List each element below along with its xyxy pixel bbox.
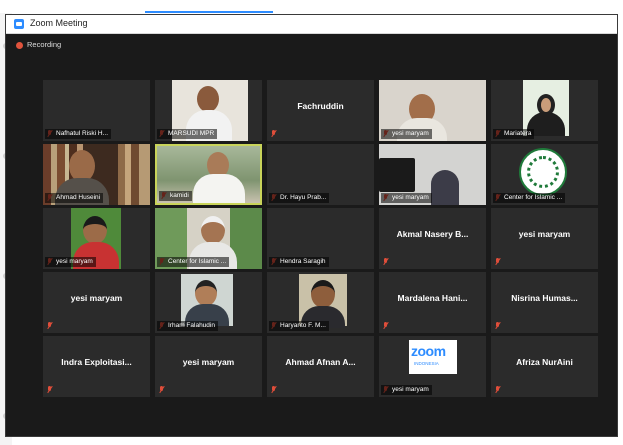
participant-video (181, 274, 233, 326)
window-title: Zoom Meeting (30, 18, 88, 28)
title-bar[interactable]: Zoom Meeting (6, 15, 617, 34)
participant-tile[interactable]: zoom INDONESIA yesi maryam (379, 336, 486, 397)
participant-tile[interactable]: yesi maryam (43, 272, 150, 333)
participant-video (299, 274, 347, 328)
participant-face (195, 280, 217, 306)
participant-name: Afriza NurAini (516, 357, 573, 367)
participant-name: Mardalena Hani... (397, 293, 468, 303)
participant-label: Nafhatul Riski H... (45, 129, 112, 139)
mic-muted-icon (495, 386, 501, 394)
participant-label: Irham Falahudin (157, 321, 218, 331)
participant-tile[interactable]: Ahmad Afnan A... (267, 336, 374, 397)
participant-tile[interactable]: yesi maryam (43, 208, 150, 269)
participant-tile[interactable]: Indra Exploitasi... (43, 336, 150, 397)
participant-shirt (193, 174, 245, 203)
participant-label: kamidi (159, 191, 192, 201)
participant-tile[interactable]: Afriza NurAini (491, 336, 598, 397)
participant-label: yesi maryam (45, 257, 96, 267)
zoom-meeting-window: Zoom Meeting Recording Nafhatul Riski H.… (5, 14, 618, 437)
participant-tile[interactable]: Mardalena Hani... (379, 272, 486, 333)
record-dot-icon (16, 42, 23, 49)
participant-label: yesi maryam (381, 129, 432, 139)
participant-label: Center for Islamic ... (493, 193, 566, 203)
participant-label: Ahmad Huseini (45, 193, 104, 203)
organization-logo (519, 148, 567, 196)
participant-tile[interactable]: Ahmad Huseini (43, 144, 150, 205)
organization-logo-inner (527, 156, 559, 188)
participant-tile-active-speaker[interactable]: kamidi (155, 144, 262, 205)
zoom-logo: zoom INDONESIA (409, 340, 457, 374)
participant-name: Indra Exploitasi... (61, 357, 132, 367)
mic-muted-icon (47, 386, 53, 394)
participant-label: Center for Islamic ... (157, 257, 230, 267)
mic-muted-icon (383, 322, 389, 330)
active-tab-indicator (145, 11, 273, 13)
participant-tile[interactable]: yesi maryam (491, 208, 598, 269)
participant-tile[interactable]: Nafhatul Riski H... (43, 80, 150, 141)
gallery-view: Nafhatul Riski H... MARSUDI MPR Fachrudd… (43, 80, 603, 397)
participant-name: Ahmad Afnan A... (285, 357, 356, 367)
recording-indicator[interactable]: Recording (27, 40, 61, 49)
participant-tile[interactable]: yesi maryam (379, 144, 486, 205)
participant-tile[interactable]: Center for Islamic ... (491, 144, 598, 205)
participant-face (197, 86, 219, 112)
monitor-in-background (379, 158, 415, 192)
participant-tile[interactable]: Akmal Nasery B... (379, 208, 486, 269)
participant-label: Dr. Hayu Prab... (269, 193, 330, 203)
mic-muted-icon (159, 386, 165, 394)
participant-tile[interactable]: yesi maryam (379, 80, 486, 141)
participant-label: Haryanto F. M... (269, 321, 329, 331)
mic-muted-icon (271, 130, 277, 138)
browser-tab-strip (0, 0, 623, 13)
participant-name: yesi maryam (518, 229, 571, 239)
participant-label: Hendra Saragih (269, 257, 329, 267)
mic-muted-icon (495, 258, 501, 266)
participant-tile[interactable]: Dr. Hayu Prab... (267, 144, 374, 205)
participant-label: yesi maryam (381, 193, 432, 203)
participant-tile[interactable]: Haryanto F. M... (267, 272, 374, 333)
participant-tile[interactable]: Center for Islamic ... (155, 208, 262, 269)
zoom-logo-sub: INDONESIA (414, 361, 439, 366)
participant-label: MARSUDI MPR (157, 129, 218, 139)
participant-tile[interactable]: MARSUDI MPR (155, 80, 262, 141)
participant-name: Fachruddin (297, 101, 344, 111)
participant-face (201, 216, 225, 244)
participant-name: yesi maryam (182, 357, 235, 367)
zoom-app-icon (14, 19, 24, 29)
participant-tile[interactable]: Fachruddin (267, 80, 374, 141)
participant-tile[interactable]: yesi maryam (155, 336, 262, 397)
participant-tile[interactable]: Hendra Saragih (267, 208, 374, 269)
desktop: Zoom Meeting Recording Nafhatul Riski H.… (0, 0, 623, 445)
participant-face (311, 280, 335, 308)
participant-tile[interactable]: Mariatera (491, 80, 598, 141)
mic-muted-icon (271, 386, 277, 394)
mic-muted-icon (495, 322, 501, 330)
participant-name: Akmal Nasery B... (396, 229, 469, 239)
participant-name: Nisrina Humas... (511, 293, 578, 303)
participant-video (523, 80, 569, 136)
zoom-logo-word: zoom (411, 343, 446, 359)
mic-muted-icon (47, 322, 53, 330)
mic-muted-icon (383, 258, 389, 266)
participant-tile[interactable]: Nisrina Humas... (491, 272, 598, 333)
participant-label: yesi maryam (381, 385, 432, 395)
participant-tile[interactable]: Irham Falahudin (155, 272, 262, 333)
participant-name: yesi maryam (70, 293, 123, 303)
participant-hijab (431, 170, 459, 205)
participant-label: Mariatera (493, 129, 535, 139)
participant-face (83, 216, 107, 244)
